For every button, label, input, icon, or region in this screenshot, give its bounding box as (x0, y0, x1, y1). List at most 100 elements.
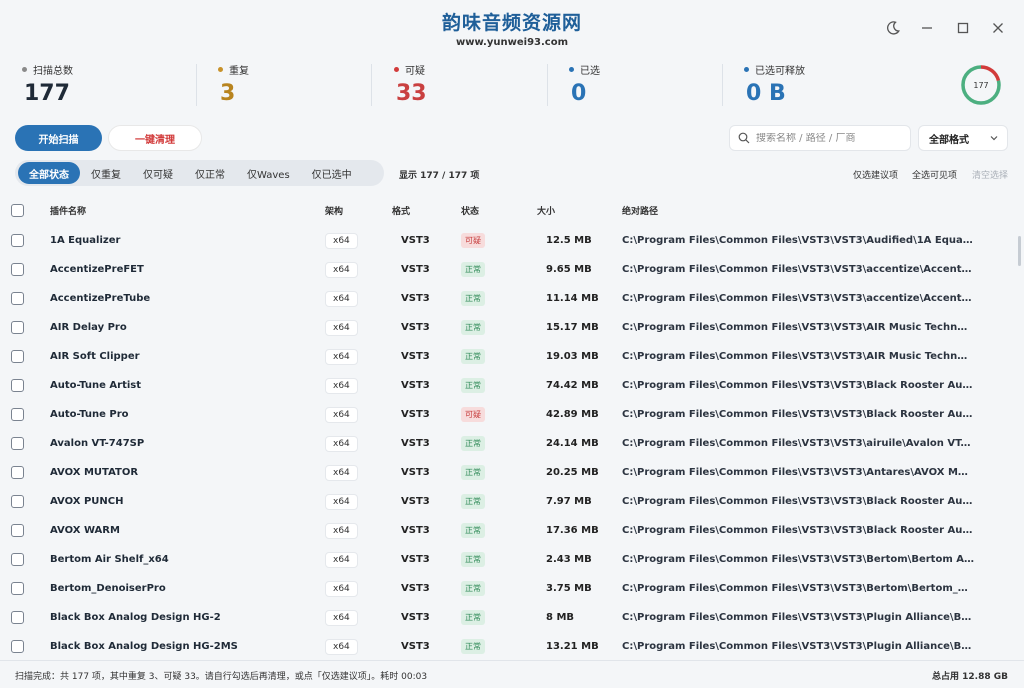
table-row[interactable]: Avalon VT-747SP x64 VST3 正常 24.14 MB C:\… (0, 429, 1024, 458)
size-cell: 8 MB (546, 612, 575, 623)
table-row[interactable]: Black Box Analog Design HG-2MS x64 VST3 … (0, 632, 1024, 656)
table-row[interactable]: AVOX MUTATOR x64 VST3 正常 20.25 MB C:\Pro… (0, 458, 1024, 487)
title-bar: 韵味音频资源网 www.yunwei93.com (0, 0, 1024, 56)
row-checkbox[interactable] (11, 234, 24, 247)
table-row[interactable]: AIR Delay Pro x64 VST3 正常 15.17 MB C:\Pr… (0, 313, 1024, 342)
clear-selection-button[interactable]: 清空选择 (972, 168, 1008, 181)
status-badge: 正常 (461, 465, 485, 480)
size-cell: 24.14 MB (546, 438, 599, 449)
table-row[interactable]: 1A Equalizer x64 VST3 可疑 12.5 MB C:\Prog… (0, 226, 1024, 255)
row-checkbox[interactable] (11, 611, 24, 624)
plugin-name: Bertom Air Shelf_x64 (50, 554, 169, 565)
path-cell: C:\Program Files\Common Files\VST3\VST3\… (622, 380, 974, 391)
table-row[interactable]: AVOX WARM x64 VST3 正常 17.36 MB C:\Progra… (0, 516, 1024, 545)
tab-all-status[interactable]: 全部状态 (18, 162, 80, 184)
row-checkbox[interactable] (11, 321, 24, 334)
tab-suspicious-only[interactable]: 仅可疑 (132, 162, 184, 184)
plugin-name: Black Box Analog Design HG-2 (50, 612, 221, 623)
table-row[interactable]: Bertom_DenoiserPro x64 VST3 正常 3.75 MB C… (0, 574, 1024, 603)
arch-badge: x64 (325, 377, 358, 394)
plugin-name: AccentizePreFET (50, 264, 144, 275)
status-badge: 正常 (461, 320, 485, 335)
maximize-button[interactable] (953, 18, 973, 38)
search-input[interactable] (756, 132, 896, 144)
column-header-arch[interactable]: 架构 (325, 198, 343, 222)
arch-badge: x64 (325, 609, 358, 626)
table-row[interactable]: Bertom Air Shelf_x64 x64 VST3 正常 2.43 MB… (0, 545, 1024, 574)
table-row[interactable]: Auto-Tune Artist x64 VST3 正常 74.42 MB C:… (0, 371, 1024, 400)
plugin-name: Auto-Tune Pro (50, 409, 129, 420)
plugin-name: Black Box Analog Design HG-2MS (50, 641, 238, 652)
format-cell: VST3 (401, 293, 430, 304)
format-cell: VST3 (401, 641, 430, 652)
theme-toggle-button[interactable] (883, 18, 903, 38)
tab-waves-only[interactable]: 仅Waves (236, 162, 301, 184)
table-row[interactable]: AccentizePreTube x64 VST3 正常 11.14 MB C:… (0, 284, 1024, 313)
search-icon (738, 132, 750, 144)
path-cell: C:\Program Files\Common Files\VST3\VST3\… (622, 467, 974, 478)
table-scrollbar[interactable] (1018, 236, 1021, 266)
stat-label: 已选可释放 (755, 66, 805, 77)
column-header-path[interactable]: 绝对路径 (622, 198, 658, 222)
row-checkbox[interactable] (11, 379, 24, 392)
size-cell: 20.25 MB (546, 467, 599, 478)
ring-value: 177 (973, 80, 989, 90)
column-header-size[interactable]: 大小 (537, 198, 555, 222)
row-checkbox[interactable] (11, 437, 24, 450)
format-select[interactable]: 全部格式 (918, 125, 1008, 151)
row-checkbox[interactable] (11, 292, 24, 305)
size-cell: 13.21 MB (546, 641, 599, 652)
row-checkbox[interactable] (11, 495, 24, 508)
format-cell: VST3 (401, 583, 430, 594)
select-all-checkbox[interactable] (11, 203, 24, 217)
table-row[interactable]: Auto-Tune Pro x64 VST3 可疑 42.89 MB C:\Pr… (0, 400, 1024, 429)
format-cell: VST3 (401, 496, 430, 507)
format-cell: VST3 (401, 554, 430, 565)
table-row[interactable]: AccentizePreFET x64 VST3 正常 9.65 MB C:\P… (0, 255, 1024, 284)
select-visible-button[interactable]: 全选可见项 (912, 168, 957, 181)
row-checkbox[interactable] (11, 263, 24, 276)
status-badge: 正常 (461, 436, 485, 451)
table-row[interactable]: AVOX PUNCH x64 VST3 正常 7.97 MB C:\Progra… (0, 487, 1024, 516)
divider (547, 64, 548, 106)
row-checkbox[interactable] (11, 524, 24, 537)
arch-badge: x64 (325, 348, 358, 365)
select-suggested-button[interactable]: 仅选建议项 (853, 168, 898, 181)
stat-dot (569, 67, 574, 72)
format-cell: VST3 (401, 467, 430, 478)
size-cell: 9.65 MB (546, 264, 592, 275)
tab-selected-only[interactable]: 仅已选中 (301, 162, 363, 184)
row-checkbox[interactable] (11, 466, 24, 479)
stat-total: 扫描总数 177 (22, 62, 73, 106)
row-checkbox[interactable] (11, 350, 24, 363)
start-scan-button[interactable]: 开始扫描 (15, 125, 102, 151)
status-badge: 正常 (461, 581, 485, 596)
arch-badge: x64 (325, 261, 358, 278)
column-header-status[interactable]: 状态 (461, 198, 479, 222)
tab-normal-only[interactable]: 仅正常 (184, 162, 236, 184)
stat-label: 扫描总数 (33, 66, 73, 77)
arch-badge: x64 (325, 493, 358, 510)
table-row[interactable]: Black Box Analog Design HG-2 x64 VST3 正常… (0, 603, 1024, 632)
table-header: 插件名称 架构 格式 状态 大小 绝对路径 (0, 198, 1024, 222)
chevron-down-icon (990, 136, 998, 141)
close-button[interactable] (988, 18, 1008, 38)
minimize-button[interactable] (917, 18, 937, 38)
one-click-clean-button[interactable]: 一键清理 (108, 125, 202, 151)
column-header-name[interactable]: 插件名称 (50, 198, 86, 222)
plugin-name: AVOX MUTATOR (50, 467, 139, 478)
row-checkbox[interactable] (11, 408, 24, 421)
tab-duplicate-only[interactable]: 仅重复 (80, 162, 132, 184)
search-box[interactable] (729, 125, 911, 151)
path-cell: C:\Program Files\Common Files\VST3\VST3\… (622, 293, 974, 304)
stat-value: 33 (396, 81, 427, 106)
row-checkbox[interactable] (11, 582, 24, 595)
plugin-name: AVOX PUNCH (50, 496, 124, 507)
table-row[interactable]: AIR Soft Clipper x64 VST3 正常 19.03 MB C:… (0, 342, 1024, 371)
format-cell: VST3 (401, 409, 430, 420)
column-header-format[interactable]: 格式 (392, 198, 410, 222)
app-url: www.yunwei93.com (455, 37, 568, 48)
row-checkbox[interactable] (11, 640, 24, 653)
row-checkbox[interactable] (11, 553, 24, 566)
status-filter-tabs: 全部状态 仅重复 仅可疑 仅正常 仅Waves 仅已选中 (15, 160, 384, 186)
